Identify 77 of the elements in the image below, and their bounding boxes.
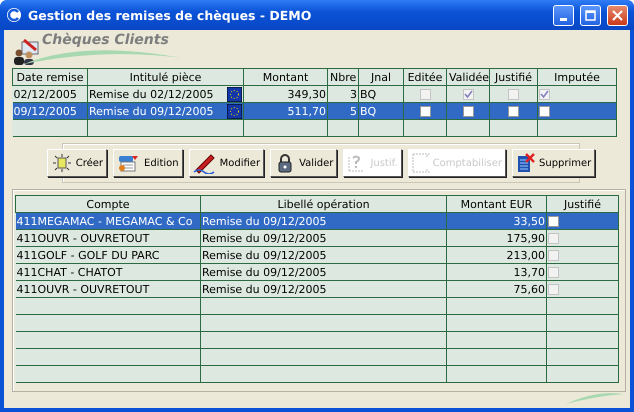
maximize-button[interactable] [580,4,601,26]
checkbox[interactable] [539,106,550,117]
checkbox[interactable] [548,232,559,244]
table-cell: 411CHAT - CHATOT [16,266,123,278]
table-row[interactable]: 411GOLF - GOLF DU PARC Remise du 09/12/2005 213,00 [16,246,618,264]
flag-icon [227,104,242,118]
table-row[interactable]: 411CHAT - CHATOT Remise du 09/12/2005 13,70 [16,264,618,280]
delete-list-icon [516,152,536,174]
table-cell: 5 [350,104,357,118]
toolbar-button[interactable]: Supprimer [512,149,596,177]
close-button[interactable] [607,4,628,26]
table-cell: 349,30 [288,88,326,100]
column-header[interactable]: Jnal [358,68,404,86]
checkbox[interactable] [548,216,559,227]
column-header[interactable]: Montant EUR [446,196,546,212]
table-cell: 3 [350,88,357,100]
table-cell: Remise du 09/12/2005 [202,214,327,228]
column-header[interactable]: Editée [404,68,446,86]
people-card-icon [12,36,40,66]
checkbox[interactable] [548,284,559,295]
minimize-icon [560,18,567,20]
checkbox[interactable] [420,88,430,100]
table-cell: Remise du 09/12/2005 [202,266,327,278]
pen-icon [192,152,217,174]
column-header[interactable]: Justifié [490,68,538,86]
column-header[interactable]: Compte [16,196,200,212]
table-row[interactable]: 09/12/2005 Remise du 09/12/2005 511,70 5 BQ [12,102,616,120]
table-cell: 33,50 [514,214,545,228]
checkbox[interactable] [548,250,559,261]
column-header[interactable]: Validée [446,68,490,86]
table-row[interactable]: 411OUVR - OUVRETOUT Remise du 09/12/2005 75,60 [16,280,618,298]
table-cell: 09/12/2005 [14,104,77,118]
column-header[interactable]: Libellé opération [200,196,446,212]
table-cell: 411GOLF - GOLF DU PARC [16,248,160,262]
toolbar-button[interactable]: Créer [46,149,108,177]
window-title: Gestion des remises de chèques - DEMO [28,8,312,22]
table-cell: 75,60 [514,282,545,296]
maximize-icon [585,10,596,20]
checkbox[interactable] [420,106,430,117]
checkbox[interactable] [462,106,474,117]
table-cell: 213,00 [506,248,545,262]
table-cell: 411OUVR - OUVRETOUT [16,232,150,244]
checkbox[interactable] [508,106,519,117]
close-icon [612,10,623,20]
table-cell: 511,70 [288,104,326,118]
toolbar-button[interactable]: Modifier [188,149,264,177]
table-cell: BQ [360,88,376,100]
table-cell: BQ [360,104,376,118]
column-header[interactable]: Intitulé pièce [88,68,244,86]
table-cell: Remise du 09/12/2005 [89,104,214,118]
column-header[interactable]: Nbre [328,68,358,86]
flag-icon [227,86,242,102]
column-header[interactable]: Justifié [546,196,618,212]
checkbox[interactable] [508,88,519,100]
document-star-icon [50,153,73,173]
checkbox[interactable] [539,88,550,100]
table-cell: Remise du 09/12/2005 [202,248,327,262]
table-cell: 175,90 [506,232,545,244]
table-cell: 411OUVR - OUVRETOUT [16,282,150,296]
toolbar-button[interactable]: Edition [113,149,183,177]
app-icon [6,7,22,23]
table-cell: Remise du 09/12/2005 [202,232,327,244]
table-cell: Remise du 02/12/2005 [89,88,214,100]
table-row[interactable]: 411MEGAMAC - MEGAMAC & Co Remise du 09/12/2005 33,50 [16,212,618,230]
checkbox[interactable] [462,88,474,100]
table-cell: Remise du 09/12/2005 [202,282,327,296]
section-title: Chèques Clients [42,32,169,48]
checkbox[interactable] [548,266,559,278]
column-header[interactable]: Imputée [538,68,616,86]
toolbar-button[interactable]: Valider [270,149,338,177]
table-cell: 02/12/2005 [14,88,77,100]
table-cell: 411MEGAMAC - MEGAMAC & Co [16,214,192,228]
table-row[interactable]: 411OUVR - OUVRETOUT Remise du 09/12/2005 175,90 [16,230,618,246]
column-header[interactable]: Date remise [12,68,88,86]
column-header[interactable]: Montant [244,68,328,86]
table-cell: 13,70 [514,266,545,278]
minimize-button[interactable] [553,4,574,26]
